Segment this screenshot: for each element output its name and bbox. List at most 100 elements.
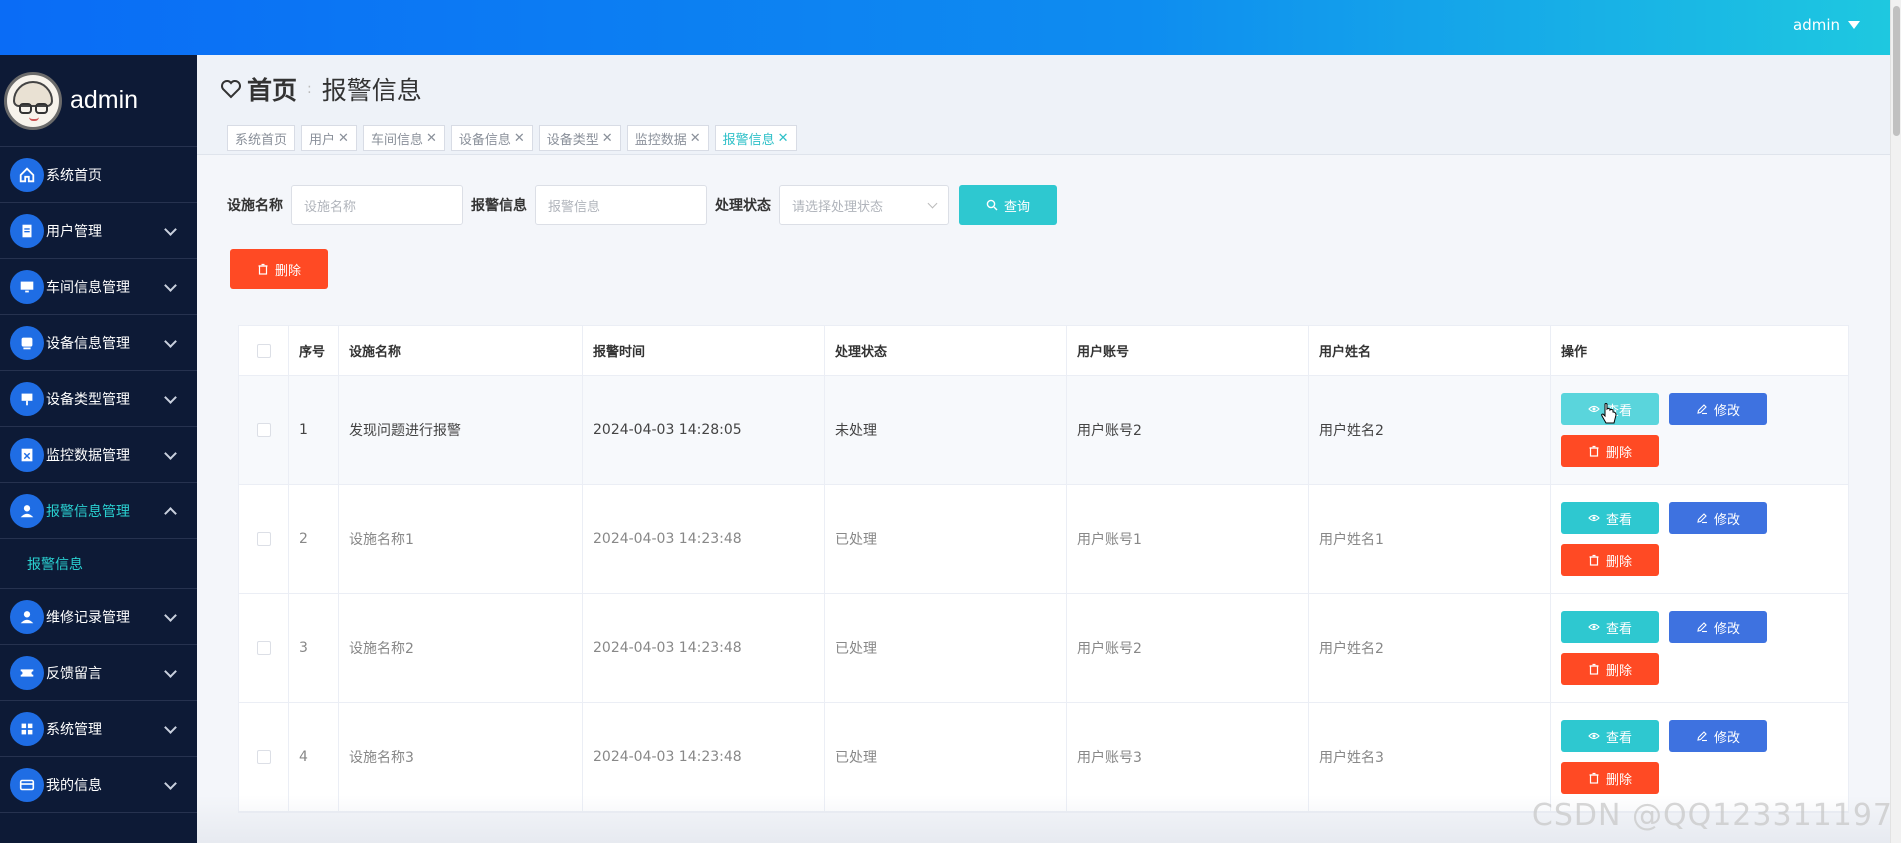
status-label: 处理状态 [715,198,771,214]
select-all-checkbox[interactable] [256,343,271,358]
cell-no: 2 [289,485,339,593]
cell-actions: 查看 修改删除 [1551,485,1850,593]
sidebar-item-my-info[interactable]: 我的信息 [0,757,197,813]
type-icon [10,381,44,416]
sidebar-item-label: 报警信息管理 [46,503,130,520]
edit-button[interactable]: 修改 [1669,720,1767,752]
sidebar-item-workshop[interactable]: 车间信息管理 [0,259,197,315]
facility-input[interactable]: 设施名称 [291,185,463,225]
sidebar-item-system[interactable]: 系统管理 [0,701,197,757]
row-checkbox[interactable] [256,750,271,764]
close-icon[interactable]: ✕ [338,131,349,146]
delete-button[interactable]: 删除 [1561,762,1659,794]
sidebar-item-label: 报警信息 [27,556,83,573]
chevron-down-icon [164,447,177,460]
cell-actions: 查看 修改 删除 [1551,376,1850,484]
delete-label: 删除 [1605,554,1632,570]
cell-facility: 设施名称2 [339,594,583,702]
query-button-label: 查询 [1003,199,1030,215]
edit-icon [1697,622,1707,633]
column-header: 用户姓名 [1309,326,1551,375]
tab-alarm[interactable]: 报警信息 ✕ [714,125,797,151]
view-button[interactable]: 查看 [1561,720,1659,752]
view-label: 查看 [1605,621,1632,637]
tab-device-type[interactable]: 设备类型 ✕ [538,125,621,151]
sidebar-item-monitor-data[interactable]: 监控数据管理 [0,427,197,483]
tab-users[interactable]: 用户 ✕ [301,125,357,151]
card-icon [10,767,44,802]
delete-button[interactable]: 删除 [1561,435,1659,467]
delete-label: 删除 [1605,445,1632,461]
sidebar-header: admin [0,55,197,147]
alarm-label: 报警信息 [471,198,527,214]
sidebar-item-device-type[interactable]: 设备类型管理 [0,371,197,427]
tab-workshop[interactable]: 车间信息 ✕ [362,125,445,151]
delete-button[interactable]: 删除 [1561,544,1659,576]
close-icon[interactable]: ✕ [602,131,613,146]
user-menu-label: admin [1793,16,1840,34]
tab-device[interactable]: 设备信息 ✕ [450,125,533,151]
chevron-down-icon [164,391,177,404]
alarm-input[interactable]: 报警信息 [535,185,707,225]
sidebar-item-home[interactable]: 系统首页 [0,147,197,203]
tab-label: 车间信息 [370,132,423,148]
trash-icon [1589,554,1599,566]
tab-label: 系统首页 [235,132,288,148]
view-button[interactable]: 查看 [1561,502,1659,534]
scrollbar-thumb[interactable] [1893,6,1900,136]
eye-icon [1588,405,1600,413]
breadcrumb-separator: : [307,81,312,97]
sidebar-item-label: 系统管理 [46,721,102,738]
view-label: 查看 [1605,730,1632,746]
column-header: 报警时间 [583,326,825,375]
chevron-down-icon [164,777,177,790]
row-checkbox[interactable] [256,532,271,546]
delete-button[interactable]: 删除 [1561,653,1659,685]
delete-label: 删除 [1605,772,1632,788]
sidebar-subitem-alarm-info[interactable]: 报警信息 [0,539,197,589]
batch-delete-button[interactable]: 删除 [230,249,328,289]
column-header: 处理状态 [825,326,1067,375]
edit-label: 修改 [1713,730,1740,746]
edit-button[interactable]: 修改 [1669,393,1767,425]
tab-monitor-data[interactable]: 监控数据 ✕ [626,125,709,151]
tab-home[interactable]: 系统首页 [227,125,296,151]
tab-label: 监控数据 [634,132,687,148]
monitor-data-icon [10,437,44,472]
close-icon[interactable]: ✕ [690,131,701,146]
status-select[interactable]: 请选择处理状态 [779,185,949,225]
table-row: 1 发现问题进行报警 2024-04-03 14:28:05 未处理 用户账号2 用户姓名… [239,376,1848,485]
row-checkbox[interactable] [256,423,271,437]
edit-button[interactable]: 修改 [1669,502,1767,534]
close-icon[interactable]: ✕ [426,131,437,146]
sidebar-username: admin [70,86,139,114]
sidebar-item-feedback[interactable]: 反馈留言 [0,645,197,701]
column-header: 序号 [289,326,339,375]
edit-button[interactable]: 修改 [1669,611,1767,643]
edit-label: 修改 [1713,512,1740,528]
sidebar-item-label: 设备信息管理 [46,335,130,352]
sidebar-item-device[interactable]: 设备信息管理 [0,315,197,371]
chevron-down-icon [164,665,177,678]
vertical-scrollbar[interactable] [1890,0,1901,843]
clipboard-icon [10,213,44,248]
edit-icon [1697,731,1707,742]
tab-label: 报警信息 [722,132,775,148]
cell-name: 用户姓名2 [1309,594,1551,702]
close-icon[interactable]: ✕ [514,131,525,146]
sidebar-item-label: 车间信息管理 [46,279,130,296]
cell-name: 用户姓名2 [1309,376,1551,484]
view-button[interactable]: 查看 [1561,611,1659,643]
sidebar-item-alarm[interactable]: 报警信息管理 [0,483,197,539]
tab-bar: 系统首页 用户 ✕ 车间信息 ✕ 设备信息 ✕ 设备类型 ✕ 监控数据 ✕ 报警信息 ✕ [227,125,797,151]
tab-label: 用户 [309,132,336,148]
breadcrumb-home[interactable]: 首页 [247,71,297,107]
close-icon[interactable]: ✕ [778,131,789,146]
sidebar-item-users[interactable]: 用户管理 [0,203,197,259]
chevron-down-icon [164,721,177,734]
sidebar-item-repair[interactable]: 维修记录管理 [0,589,197,645]
query-button[interactable]: 查询 [959,185,1057,225]
row-checkbox[interactable] [256,641,271,655]
user-menu[interactable]: admin [1793,16,1860,34]
sidebar-item-label: 系统首页 [46,167,102,184]
